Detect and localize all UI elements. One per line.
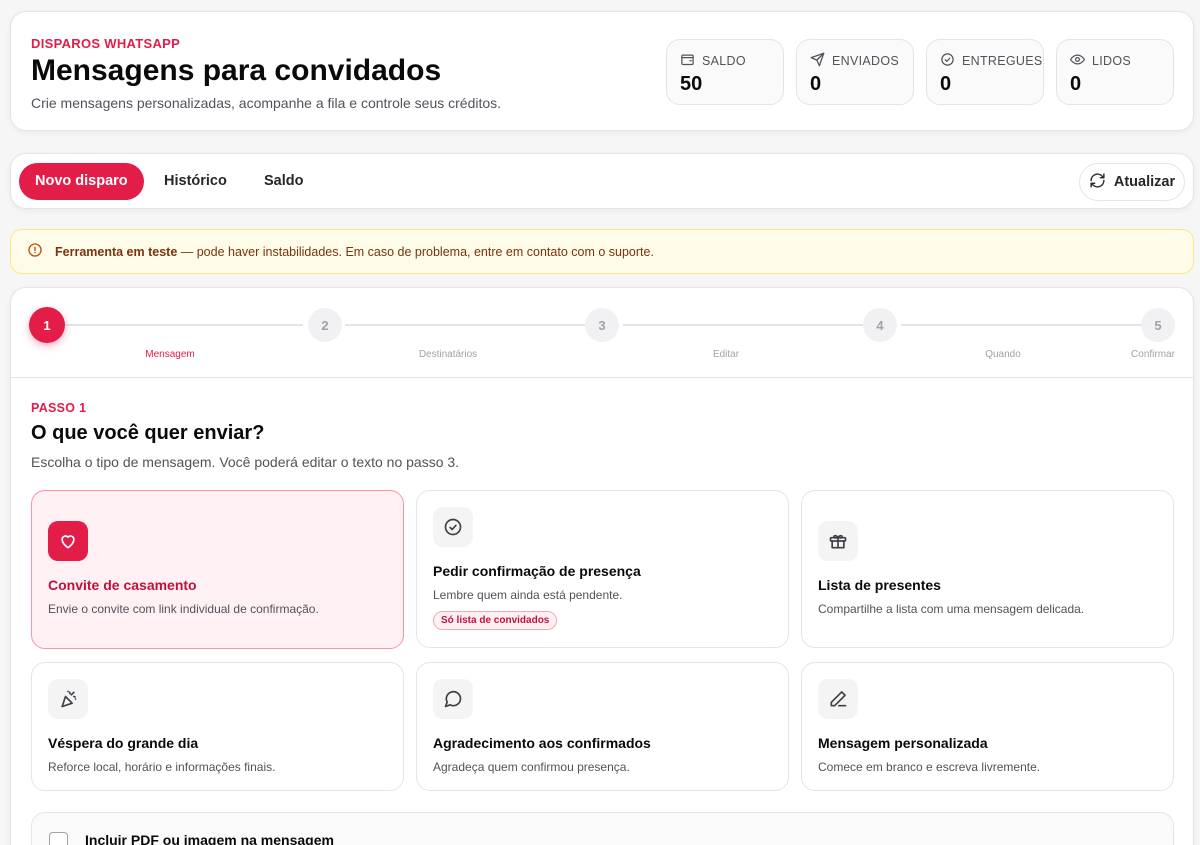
pencil-icon xyxy=(818,679,858,719)
header-card: DISPAROS WHATSAPP Mensagens para convida… xyxy=(10,11,1194,131)
check-circle-icon xyxy=(940,52,955,70)
stat-value: 0 xyxy=(940,73,952,95)
warning-banner: Ferramenta em teste — pode haver instabi… xyxy=(10,229,1194,274)
section-title: O que você quer enviar? xyxy=(31,422,265,444)
step-4-label: Quando xyxy=(985,349,1021,360)
stat-lidos: LIDOS 0 xyxy=(1056,39,1174,105)
option-description: Reforce local, horário e informações fin… xyxy=(48,760,276,774)
alert-circle-icon xyxy=(27,242,43,261)
option-lista-presentes[interactable]: Lista de presentes Compartilhe a lista c… xyxy=(801,490,1174,648)
stat-label: LIDOS xyxy=(1092,54,1132,68)
option-title: Convite de casamento xyxy=(48,577,197,593)
step-1-label: Mensagem xyxy=(145,349,195,360)
stepper: 1 2 3 4 5 Mensagem Destinatários Editar … xyxy=(11,288,1193,378)
refresh-icon xyxy=(1089,172,1106,193)
warning-bold: Ferramenta em teste xyxy=(55,244,178,259)
option-description: Compartilhe a lista com uma mensagem del… xyxy=(818,602,1085,616)
tab-bar: Novo disparo Histórico Saldo Atualizar xyxy=(10,153,1194,209)
option-confirmacao-presenca[interactable]: Pedir confirmação de presença Lembre que… xyxy=(416,490,789,648)
party-popper-icon xyxy=(48,679,88,719)
wizard-card: 1 2 3 4 5 Mensagem Destinatários Editar … xyxy=(10,287,1194,845)
message-circle-icon xyxy=(433,679,473,719)
eye-icon xyxy=(1070,52,1085,70)
step-connector xyxy=(65,324,303,326)
attachment-label[interactable]: Incluir PDF ou imagem na mensagem xyxy=(85,832,334,845)
send-icon xyxy=(810,52,825,70)
step-2-label: Destinatários xyxy=(418,349,478,360)
tab-historico[interactable]: Histórico xyxy=(148,163,243,200)
stat-label: ENTREGUES xyxy=(962,54,1043,68)
stat-label: ENVIADOS xyxy=(832,54,899,68)
refresh-button[interactable]: Atualizar xyxy=(1079,163,1185,201)
step-5-label: Confirmar xyxy=(1131,349,1175,360)
step-1-circle[interactable]: 1 xyxy=(29,307,65,343)
step-connector xyxy=(623,324,863,326)
option-badge: Só lista de convidados xyxy=(433,611,558,630)
option-title: Lista de presentes xyxy=(818,577,941,593)
stat-enviados: ENVIADOS 0 xyxy=(796,39,914,105)
tab-novo-disparo[interactable]: Novo disparo xyxy=(19,163,144,200)
section-description: Escolha o tipo de mensagem. Você poderá … xyxy=(31,454,460,470)
option-vespera-grande-dia[interactable]: Véspera do grande dia Reforce local, hor… xyxy=(31,662,404,791)
attachment-checkbox[interactable] xyxy=(49,832,68,845)
heart-icon xyxy=(48,521,88,561)
option-title: Pedir confirmação de presença xyxy=(433,563,641,579)
page-subtitle: Crie mensagens personalizadas, acompanhe… xyxy=(31,95,502,111)
step-3-circle[interactable]: 3 xyxy=(585,308,619,342)
option-title: Agradecimento aos confirmados xyxy=(433,735,651,751)
attachment-option: Incluir PDF ou imagem na mensagem xyxy=(31,812,1174,845)
step-indicator: PASSO 1 xyxy=(31,401,87,415)
page-title: Mensagens para convidados xyxy=(31,54,442,87)
stat-label: SALDO xyxy=(702,54,746,68)
stat-value: 0 xyxy=(810,73,822,95)
stat-entregues: ENTREGUES 0 xyxy=(926,39,1044,105)
option-description: Envie o convite com link individual de c… xyxy=(48,602,319,616)
gift-icon xyxy=(818,521,858,561)
warning-rest: — pode haver instabilidades. Em caso de … xyxy=(177,244,654,259)
stat-value: 50 xyxy=(680,73,703,95)
refresh-label: Atualizar xyxy=(1113,174,1176,190)
tab-saldo[interactable]: Saldo xyxy=(248,163,319,200)
check-circle-icon xyxy=(433,507,473,547)
eyebrow: DISPAROS WHATSAPP xyxy=(31,36,181,51)
option-description: Lembre quem ainda está pendente. xyxy=(433,588,623,602)
option-mensagem-personalizada[interactable]: Mensagem personalizada Comece em branco … xyxy=(801,662,1174,791)
option-description: Comece em branco e escreva livremente. xyxy=(818,760,1041,774)
option-title: Véspera do grande dia xyxy=(48,735,199,751)
step-3-label: Editar xyxy=(712,349,740,360)
step-5-circle[interactable]: 5 xyxy=(1141,308,1175,342)
wallet-icon xyxy=(680,52,695,70)
step-connector xyxy=(345,324,585,326)
option-convite-casamento[interactable]: Convite de casamento Envie o convite com… xyxy=(31,490,404,649)
warning-text: Ferramenta em teste — pode haver instabi… xyxy=(55,245,654,259)
step-4-circle[interactable]: 4 xyxy=(863,308,897,342)
stat-value: 0 xyxy=(1070,73,1082,95)
step-connector xyxy=(901,324,1141,326)
option-agradecimento[interactable]: Agradecimento aos confirmados Agradeça q… xyxy=(416,662,789,791)
stat-saldo: SALDO 50 xyxy=(666,39,784,105)
option-title: Mensagem personalizada xyxy=(818,735,988,751)
option-description: Agradeça quem confirmou presença. xyxy=(433,760,630,774)
step-2-circle[interactable]: 2 xyxy=(308,308,342,342)
